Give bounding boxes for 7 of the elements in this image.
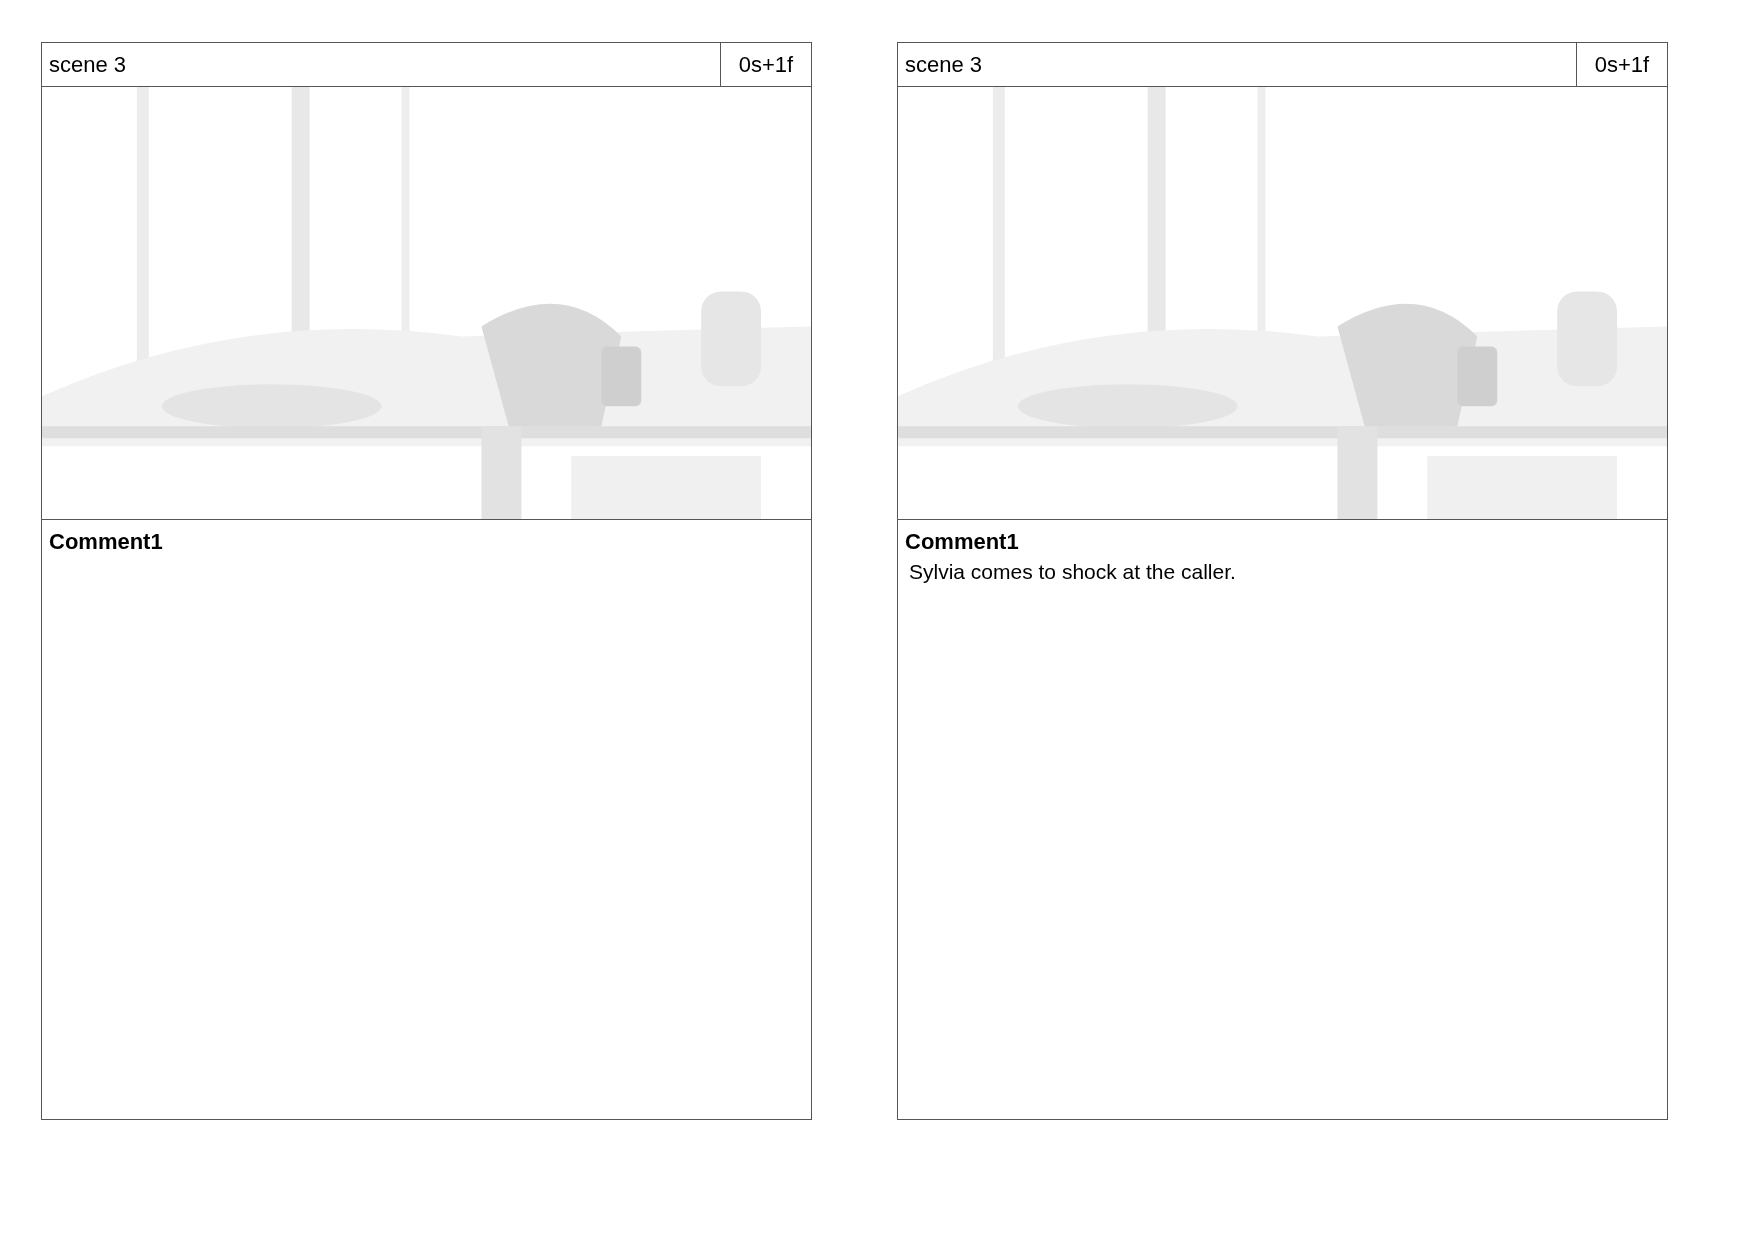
scene-label: scene 3 [904,51,984,79]
timecode: 0s+1f [1576,43,1667,86]
timecode: 0s+1f [720,43,811,86]
comment-text: Sylvia comes to shock at the caller. [908,559,1237,585]
comment-title: Comment1 [905,528,1020,556]
comment-title: Comment1 [49,528,164,556]
scene-label: scene 3 [48,51,128,79]
